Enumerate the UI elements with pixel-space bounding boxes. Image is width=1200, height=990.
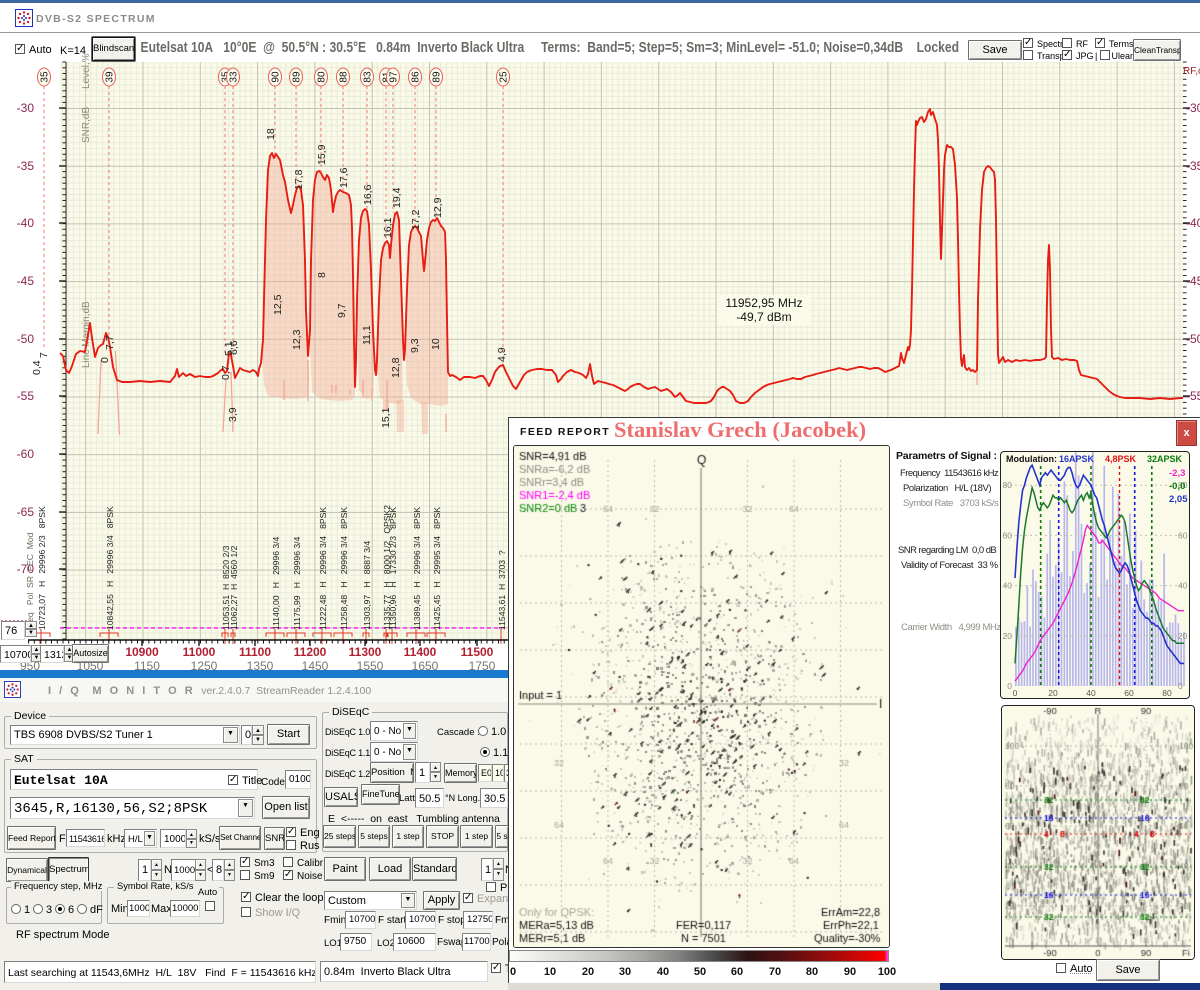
- svg-text:15,9: 15,9: [316, 144, 328, 165]
- svg-text:0: 0: [1007, 681, 1012, 691]
- svg-text:11425,45 H 29995 3/4 8PS: 11425,45 H 29995 3/4 8PSK: [432, 507, 442, 630]
- svg-text:86: 86: [411, 71, 422, 83]
- svg-text:12,8: 12,8: [390, 357, 402, 378]
- svg-text:11062,27 H 4560 1/2: 11062,27 H 4560 1/2: [229, 545, 239, 630]
- svg-text:8: 8: [316, 272, 328, 278]
- svg-text:33: 33: [229, 71, 240, 83]
- svg-text:11175,99 H 29996 3/4: 11175,99 H 29996 3/4: [292, 536, 302, 630]
- svg-text:11140,00 H 29996 3/4: 11140,00 H 29996 3/4: [271, 536, 281, 630]
- svg-text:17,2: 17,2: [410, 209, 422, 230]
- svg-text:-30: -30: [1186, 101, 1200, 115]
- svg-text:11000: 11000: [183, 645, 216, 659]
- svg-text:97: 97: [389, 71, 400, 83]
- svg-text:16,1: 16,1: [382, 217, 394, 238]
- svg-text:60: 60: [1178, 530, 1188, 540]
- svg-text:11222,48 H 29996 3/4 8PS: 11222,48 H 29996 3/4 8PSK: [318, 507, 328, 630]
- svg-text:6,6: 6,6: [228, 340, 240, 355]
- svg-text:-45: -45: [17, 274, 35, 288]
- svg-text:40: 40: [1003, 581, 1013, 591]
- svg-text:SNR,dB: SNR,dB: [81, 107, 92, 143]
- svg-text:10723,07 H 29996 2/3 8PS: 10723,07 H 29996 2/3 8PSK: [37, 506, 47, 630]
- svg-text:12,5: 12,5: [272, 294, 284, 315]
- svg-text:12,9: 12,9: [432, 197, 444, 218]
- svg-text:11100: 11100: [239, 645, 271, 659]
- svg-text:80: 80: [1162, 688, 1172, 698]
- svg-text:11350,96 H 17330 2/3 8PS: 11350,96 H 17330 2/3 8PSK: [388, 507, 398, 630]
- svg-text:40: 40: [1086, 688, 1096, 698]
- svg-text:-65: -65: [17, 505, 35, 519]
- svg-text:10900: 10900: [125, 645, 159, 659]
- svg-text:19,4: 19,4: [391, 187, 403, 208]
- svg-text:0,7: 0,7: [220, 365, 232, 380]
- svg-text:80: 80: [317, 71, 328, 83]
- svg-text:17,8: 17,8: [293, 169, 305, 190]
- svg-text:88: 88: [339, 71, 350, 83]
- svg-text:4,8PSK: 4,8PSK: [1105, 454, 1137, 464]
- svg-text:16APSK: 16APSK: [1059, 454, 1095, 464]
- svg-text:Freq Pol SR FEC Mod: Freq Pol SR FEC Mod: [25, 532, 35, 630]
- svg-text:-45: -45: [1186, 274, 1200, 288]
- svg-text:2,05: 2,05: [1169, 494, 1188, 505]
- svg-text:10842,55 H 29996 3/4 8PS: 10842,55 H 29996 3/4 8PSK: [105, 506, 115, 630]
- svg-text:-0,0: -0,0: [1169, 481, 1185, 492]
- svg-text:-55: -55: [17, 389, 35, 403]
- svg-text:11200: 11200: [294, 645, 327, 659]
- svg-text:-2,3: -2,3: [1169, 468, 1185, 479]
- svg-text:90: 90: [271, 71, 282, 83]
- svg-text:39: 39: [105, 71, 116, 83]
- svg-text:RF,c: RF,c: [1183, 66, 1200, 77]
- svg-text:0: 0: [99, 357, 111, 363]
- svg-text:80: 80: [1003, 480, 1013, 490]
- svg-text:16,6: 16,6: [362, 184, 374, 205]
- svg-text:10: 10: [430, 338, 442, 350]
- svg-text:11,1: 11,1: [361, 325, 373, 345]
- svg-text:-40: -40: [17, 216, 35, 230]
- svg-text:0: 0: [1013, 688, 1018, 698]
- svg-text:4,9: 4,9: [496, 347, 508, 362]
- svg-text:20: 20: [1178, 631, 1188, 641]
- svg-text:-49,7 dBm: -49,7 dBm: [736, 310, 791, 324]
- svg-text:60: 60: [1124, 688, 1134, 698]
- svg-text:89: 89: [292, 71, 303, 83]
- svg-text:3,9: 3,9: [227, 407, 239, 422]
- svg-text:11952,95 MHz: 11952,95 MHz: [725, 296, 802, 310]
- svg-text:35: 35: [40, 71, 51, 83]
- svg-text:-35: -35: [17, 159, 35, 173]
- svg-text:-40: -40: [1186, 216, 1200, 230]
- svg-text:Modulation:: Modulation:: [1006, 454, 1057, 464]
- svg-text:11389,45 H 29996 3/4 8PS: 11389,45 H 29996 3/4 8PSK: [412, 507, 422, 630]
- svg-text:11543,61 H 3703 ?: 11543,61 H 3703 ?: [497, 550, 507, 630]
- svg-text:89: 89: [432, 71, 443, 83]
- svg-text:-30: -30: [17, 101, 35, 115]
- svg-text:18: 18: [265, 128, 277, 140]
- svg-text:11300: 11300: [349, 645, 382, 659]
- svg-text:9,7: 9,7: [336, 303, 348, 318]
- svg-text:11500: 11500: [461, 645, 494, 659]
- svg-text:Level,%: Level,%: [81, 53, 92, 89]
- svg-text:Linc Margin,dB: Linc Margin,dB: [81, 301, 92, 368]
- svg-text:25: 25: [499, 71, 510, 83]
- svg-text:20: 20: [1003, 631, 1013, 641]
- svg-text:-60: -60: [17, 447, 35, 461]
- svg-text:17,6: 17,6: [338, 167, 350, 188]
- svg-text:83: 83: [363, 71, 374, 83]
- svg-text:11258,48 H 29996 3/4 8PS: 11258,48 H 29996 3/4 8PSK: [339, 507, 349, 630]
- svg-text:20: 20: [1048, 688, 1058, 698]
- svg-text:7: 7: [38, 352, 50, 358]
- svg-text:12,3: 12,3: [291, 329, 303, 350]
- svg-text:11303,97 H 8887 3/4: 11303,97 H 8887 3/4: [362, 541, 372, 630]
- svg-text:15,1: 15,1: [380, 407, 392, 428]
- svg-text:9,3: 9,3: [409, 338, 421, 353]
- svg-text:0,4: 0,4: [31, 360, 43, 375]
- svg-text:-55: -55: [1186, 389, 1200, 403]
- svg-text:60: 60: [1003, 530, 1013, 540]
- svg-text:11400: 11400: [404, 645, 437, 659]
- svg-text:-50: -50: [1186, 332, 1200, 346]
- svg-text:32APSK: 32APSK: [1147, 454, 1183, 464]
- svg-text:-35: -35: [1186, 159, 1200, 173]
- svg-text:-50: -50: [17, 332, 35, 346]
- svg-text:40: 40: [1178, 581, 1188, 591]
- svg-text:0: 0: [1178, 681, 1183, 691]
- svg-text:7,7: 7,7: [104, 335, 116, 350]
